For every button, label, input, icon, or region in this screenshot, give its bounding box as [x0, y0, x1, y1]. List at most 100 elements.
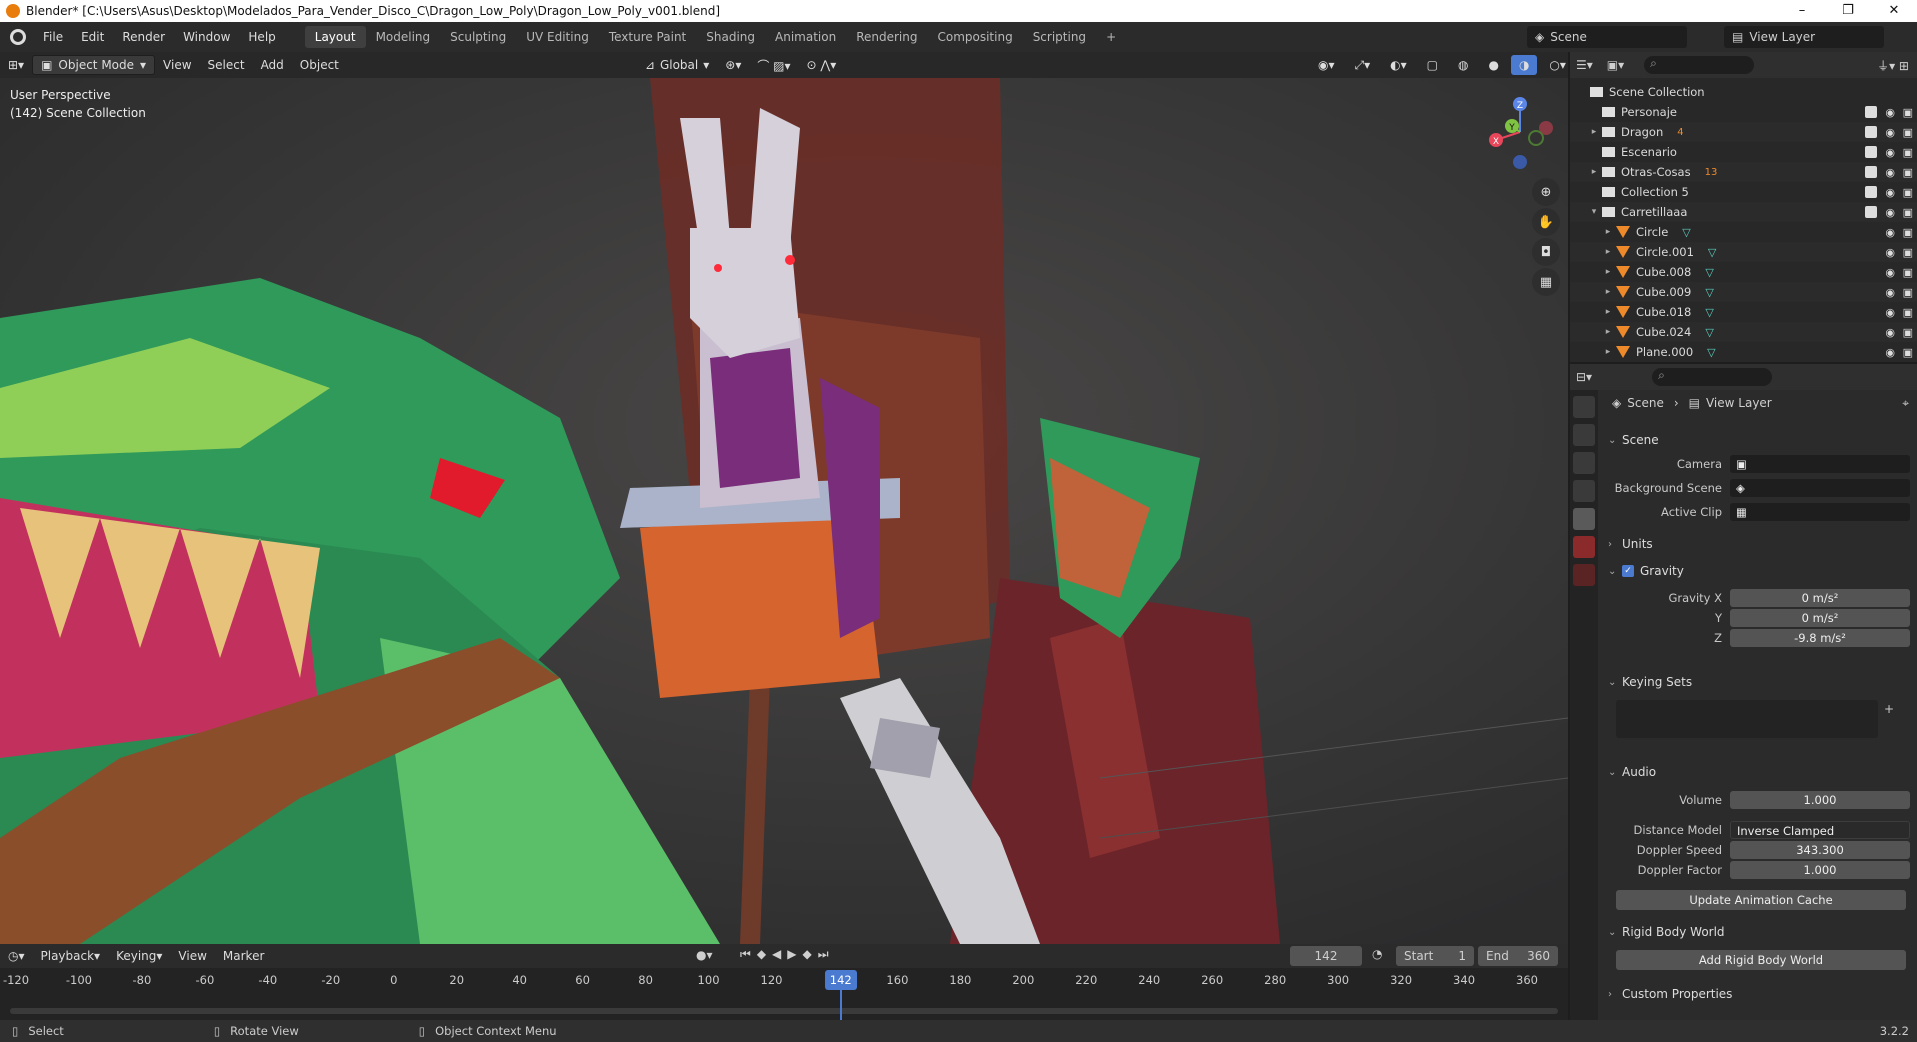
workspace-tab-rendering[interactable]: Rendering [846, 26, 927, 48]
render-camera-icon[interactable]: ▣ [1903, 306, 1913, 319]
mesh-data-icon[interactable]: ▽ [1705, 266, 1713, 279]
menu-object[interactable]: Object [292, 55, 347, 75]
render-camera-icon[interactable]: ▣ [1903, 126, 1913, 139]
pivot-icon[interactable]: ⊛▾ [717, 55, 749, 75]
child-count-badge[interactable]: 4 [1677, 127, 1683, 138]
expand-arrow-icon[interactable]: ▾ [1588, 207, 1600, 217]
exclude-checkbox[interactable] [1865, 106, 1877, 118]
menu-window[interactable]: Window [174, 30, 239, 44]
gravity-x-field[interactable]: 0 m/s² [1730, 589, 1910, 607]
playhead-frame-label[interactable]: 142 [824, 970, 857, 990]
navigation-gizmo[interactable]: Z X Y [1480, 90, 1560, 170]
outliner-collection-row[interactable]: Personaje ◉ ▣ [1570, 102, 1917, 122]
menu-add[interactable]: Add [253, 55, 292, 75]
render-camera-icon[interactable]: ▣ [1903, 106, 1913, 119]
menu-edit[interactable]: Edit [72, 30, 113, 44]
play-icon[interactable]: ▶ [787, 947, 802, 961]
outliner-search-input[interactable]: ⌕ [1644, 56, 1755, 74]
section-units[interactable]: › Units [1608, 532, 1908, 556]
timeline-scrollbar[interactable] [10, 1008, 1558, 1014]
render-camera-icon[interactable]: ▣ [1903, 206, 1913, 219]
end-frame-field[interactable]: End 360 [1478, 946, 1558, 966]
section-gravity[interactable]: ⌄ ✓ Gravity [1608, 559, 1908, 583]
volume-field[interactable]: 1.000 [1730, 791, 1910, 809]
outliner-collection-row[interactable]: Collection 5 ◉ ▣ [1570, 182, 1917, 202]
add-keying-set-button[interactable]: + [1884, 702, 1894, 716]
active-clip-field[interactable]: ▦ [1730, 503, 1910, 521]
shading-material-icon[interactable]: ◑ [1510, 55, 1538, 75]
menu-help[interactable]: Help [239, 30, 284, 44]
menu-file[interactable]: File [34, 30, 72, 44]
menu-select[interactable]: Select [200, 55, 253, 75]
render-camera-icon[interactable]: ▣ [1903, 166, 1913, 179]
child-count-badge[interactable]: 13 [1705, 167, 1718, 178]
doppler-speed-field[interactable]: 343.300 [1730, 841, 1910, 859]
outliner-collection-row[interactable]: ▸ Dragon 4 ◉ ▣ [1570, 122, 1917, 142]
section-scene[interactable]: ⌄ Scene [1608, 428, 1908, 452]
background-scene-field[interactable]: ◈ [1730, 479, 1910, 497]
timeline-ruler[interactable]: -120 -100 -80 -60 -40 -20 0 20 40 60 80 100 120 160 18… [0, 968, 1568, 994]
pan-hand-icon[interactable]: ✋ [1532, 208, 1560, 236]
overlay-icon[interactable]: ◐▾ [1382, 55, 1415, 75]
outliner-collection-row[interactable]: Escenario ◉ ▣ [1570, 142, 1917, 162]
prev-keyframe-icon[interactable]: ◆ [757, 947, 772, 961]
outliner-object-row[interactable]: ▸ Cube.008 ▽ ◉ ▣ [1570, 262, 1917, 282]
gravity-z-field[interactable]: -9.8 m/s² [1730, 629, 1910, 647]
close-button[interactable]: ✕ [1871, 0, 1917, 22]
camera-field[interactable]: ▣ [1730, 455, 1910, 473]
doppler-factor-field[interactable]: 1.000 [1730, 861, 1910, 879]
workspace-tab-scripting[interactable]: Scripting [1023, 26, 1096, 48]
expand-arrow-icon[interactable]: ▸ [1602, 347, 1614, 357]
display-mode-icon[interactable]: ▣▾ [1607, 58, 1624, 72]
gravity-y-field[interactable]: 0 m/s² [1730, 609, 1910, 627]
render-camera-icon[interactable]: ▣ [1903, 326, 1913, 339]
eye-icon[interactable]: ◉ [1885, 126, 1895, 139]
outliner-collection-row[interactable]: ▸ Otras-Cosas 13 ◉ ▣ [1570, 162, 1917, 182]
gizmo-icon[interactable]: ⤢▾ [1347, 55, 1379, 75]
section-audio[interactable]: ⌄ Audio [1608, 760, 1908, 784]
workspace-tab-compositing[interactable]: Compositing [927, 26, 1022, 48]
jump-end-icon[interactable]: ⏭ [818, 947, 835, 961]
editor-type-icon[interactable]: ◷▾ [0, 946, 33, 966]
exclude-checkbox[interactable] [1865, 206, 1877, 218]
workspace-tab-texture-paint[interactable]: Texture Paint [599, 26, 696, 48]
expand-arrow-icon[interactable]: ▸ [1602, 287, 1614, 297]
workspace-tab-layout[interactable]: Layout [304, 26, 366, 48]
outliner-object-row[interactable]: ▸ Plane.000 ▽ ◉ ▣ [1570, 342, 1917, 362]
blender-menu-icon[interactable] [10, 29, 26, 45]
eye-icon[interactable]: ◉ [1885, 226, 1895, 239]
workspace-tab-shading[interactable]: Shading [696, 26, 765, 48]
eye-icon[interactable]: ◉ [1885, 326, 1895, 339]
filter-icon[interactable]: ⏚▾ ⊞ [1877, 57, 1909, 74]
mesh-data-icon[interactable]: ▽ [1705, 286, 1713, 299]
section-keying-sets[interactable]: ⌄ Keying Sets [1608, 670, 1908, 694]
eye-icon[interactable]: ◉ [1885, 166, 1895, 179]
render-camera-icon[interactable]: ▣ [1903, 186, 1913, 199]
render-tab-icon[interactable] [1573, 424, 1595, 446]
workspace-tab-animation[interactable]: Animation [765, 26, 846, 48]
expand-arrow-icon[interactable]: ▸ [1602, 227, 1614, 237]
expand-arrow-icon[interactable]: ▸ [1602, 247, 1614, 257]
editor-type-icon[interactable]: ⊟▾ [1576, 370, 1592, 384]
eye-icon[interactable]: ◉ [1885, 246, 1895, 259]
menu-playback[interactable]: Playback ▾ [33, 946, 109, 966]
expand-arrow-icon[interactable]: ▸ [1588, 127, 1600, 137]
add-workspace-button[interactable]: + [1096, 26, 1126, 48]
scene-selector[interactable]: ◈ Scene [1527, 26, 1687, 48]
gravity-checkbox[interactable]: ✓ [1622, 565, 1634, 577]
outliner-object-row[interactable]: ▸ Circle ▽ ◉ ▣ [1570, 222, 1917, 242]
render-camera-icon[interactable]: ▣ [1903, 146, 1913, 159]
restore-button[interactable]: ❐ [1825, 0, 1871, 22]
render-camera-icon[interactable]: ▣ [1903, 226, 1913, 239]
update-animation-cache-button[interactable]: Update Animation Cache [1616, 890, 1906, 910]
menu-marker[interactable]: Marker [215, 946, 272, 966]
exclude-checkbox[interactable] [1865, 186, 1877, 198]
orthographic-grid-icon[interactable]: ▦ [1532, 268, 1560, 296]
expand-arrow-icon[interactable]: ▸ [1588, 167, 1600, 177]
tool-tab-icon[interactable] [1573, 396, 1595, 418]
properties-search-input[interactable]: ⌕ [1652, 368, 1773, 386]
snap-icon[interactable]: ⌒ ▨▾ [749, 55, 798, 75]
view-layer-tab-icon[interactable] [1573, 480, 1595, 502]
section-rigid-body-world[interactable]: ⌄ Rigid Body World [1608, 920, 1908, 944]
pin-icon[interactable]: ⌖ [1902, 396, 1909, 411]
